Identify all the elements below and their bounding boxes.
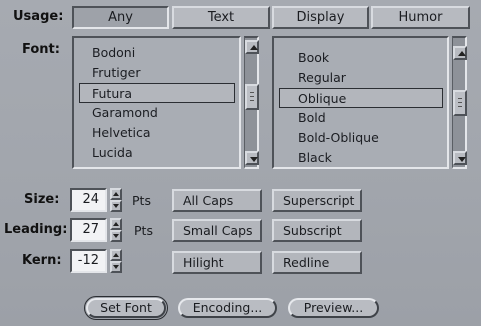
leading-label: Leading: xyxy=(4,222,68,237)
font-family-item[interactable]: Helvetica xyxy=(74,123,239,143)
encoding-button[interactable]: Encoding... xyxy=(178,298,277,318)
font-style-item-selected[interactable]: Oblique xyxy=(279,88,443,108)
tab-display[interactable]: Display xyxy=(272,6,369,29)
font-panel: Usage: Any Text Display Humor Font: Bodo… xyxy=(0,0,481,326)
all-caps-button[interactable]: All Caps xyxy=(172,189,262,212)
scroll-down-arrow-icon[interactable] xyxy=(453,151,467,165)
small-caps-button[interactable]: Small Caps xyxy=(172,219,262,242)
usage-label: Usage: xyxy=(13,9,64,24)
font-family-list[interactable]: Bodoni Frutiger Futura Garamond Helvetic… xyxy=(72,36,241,169)
scroll-down-arrow-icon[interactable] xyxy=(245,151,259,165)
subscript-button[interactable]: Subscript xyxy=(272,219,362,242)
preview-button[interactable]: Preview... xyxy=(288,298,379,318)
stepper-up-arrow-icon[interactable] xyxy=(110,188,122,200)
font-style-item[interactable]: Black xyxy=(274,148,447,168)
scroll-up-arrow-icon[interactable] xyxy=(245,40,259,54)
font-style-item[interactable]: Regular xyxy=(274,68,447,88)
size-stepper[interactable] xyxy=(110,188,122,212)
font-label: Font: xyxy=(22,42,60,57)
font-family-item[interactable]: Garamond xyxy=(74,103,239,123)
leading-stepper[interactable] xyxy=(110,218,122,242)
stepper-down-arrow-icon[interactable] xyxy=(110,261,122,273)
size-label: Size: xyxy=(24,192,60,207)
font-family-scrollbar[interactable] xyxy=(244,36,259,169)
tab-text[interactable]: Text xyxy=(172,6,270,29)
scroll-thumb[interactable] xyxy=(245,84,259,110)
stepper-up-arrow-icon[interactable] xyxy=(110,249,122,261)
stepper-up-arrow-icon[interactable] xyxy=(110,218,122,230)
font-style-item[interactable]: Bold-Oblique xyxy=(274,128,447,148)
stepper-down-arrow-icon[interactable] xyxy=(110,230,122,242)
kern-input[interactable]: -12 xyxy=(70,249,107,273)
scroll-thumb[interactable] xyxy=(453,90,467,116)
font-style-list[interactable]: Book Regular Oblique Bold Bold-Oblique B… xyxy=(272,36,449,169)
font-family-item[interactable]: Lucida xyxy=(74,143,239,163)
leading-unit: Pts xyxy=(134,223,153,238)
tab-any[interactable]: Any xyxy=(72,6,169,29)
superscript-button[interactable]: Superscript xyxy=(272,189,362,212)
font-family-item-selected[interactable]: Futura xyxy=(79,83,235,103)
font-family-item[interactable]: Bodoni xyxy=(74,43,239,63)
scroll-up-arrow-icon[interactable] xyxy=(453,46,467,60)
kern-stepper[interactable] xyxy=(110,249,122,273)
redline-button[interactable]: Redline xyxy=(272,251,362,274)
font-style-item[interactable]: Bold xyxy=(274,108,447,128)
kern-label: Kern: xyxy=(22,253,62,268)
size-input[interactable]: 24 xyxy=(70,188,107,212)
size-unit: Pts xyxy=(132,193,151,208)
font-style-scrollbar[interactable] xyxy=(452,36,467,169)
stepper-down-arrow-icon[interactable] xyxy=(110,200,122,212)
hilight-button[interactable]: Hilight xyxy=(172,251,262,274)
tab-humor[interactable]: Humor xyxy=(371,6,470,29)
font-style-item[interactable]: Book xyxy=(274,48,447,68)
font-family-item[interactable]: Frutiger xyxy=(74,63,239,83)
set-font-button[interactable]: Set Font xyxy=(84,296,168,320)
leading-input[interactable]: 27 xyxy=(70,218,107,242)
